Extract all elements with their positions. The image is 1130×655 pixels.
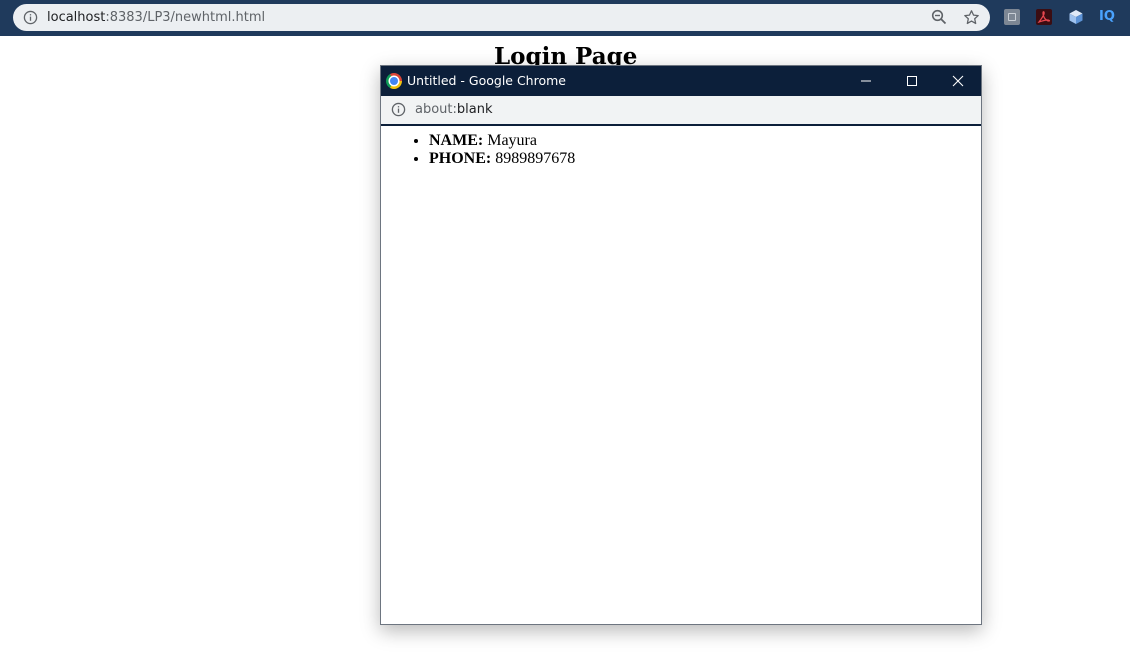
url-host: localhost xyxy=(47,10,106,25)
popup-url-rest: blank xyxy=(456,102,493,117)
iq-extension-icon[interactable]: IQ xyxy=(1099,9,1119,25)
phone-label: PHONE: xyxy=(429,150,492,167)
close-button[interactable] xyxy=(935,66,981,96)
popup-title-bar[interactable]: Untitled - Google Chrome xyxy=(381,66,981,96)
extension-icon[interactable] xyxy=(1004,9,1020,25)
maximize-icon xyxy=(907,76,917,86)
popup-content: NAME: Mayura PHONE: 8989897678 xyxy=(381,126,981,168)
address-url[interactable]: localhost:8383/LP3/newhtml.html xyxy=(47,4,265,31)
name-label: NAME: xyxy=(429,132,484,149)
phone-value: 8989897678 xyxy=(491,150,576,167)
details-list: NAME: Mayura PHONE: 8989897678 xyxy=(381,132,981,168)
popup-url-scheme: about: xyxy=(415,102,457,117)
url-path: :8383/LP3/newhtml.html xyxy=(105,10,266,25)
address-bar[interactable]: localhost:8383/LP3/newhtml.html xyxy=(13,4,990,31)
chrome-logo-icon xyxy=(386,73,402,89)
info-icon[interactable] xyxy=(391,102,406,117)
list-item: PHONE: 8989897678 xyxy=(429,150,981,168)
pdf-extension-icon[interactable] xyxy=(1036,9,1052,25)
extension-square-icon xyxy=(1008,13,1016,21)
minimize-icon xyxy=(861,80,871,82)
maximize-button[interactable] xyxy=(889,66,935,96)
zoom-icon[interactable] xyxy=(931,9,947,25)
list-item: NAME: Mayura xyxy=(429,132,981,150)
close-icon xyxy=(952,75,964,87)
popup-address-bar[interactable]: about:blank xyxy=(381,96,981,126)
name-value: Mayura xyxy=(483,132,537,149)
acrobat-icon xyxy=(1037,11,1051,23)
popup-window: Untitled - Google Chrome about:blank NAM… xyxy=(380,65,982,625)
browser-toolbar: localhost:8383/LP3/newhtml.html IQ xyxy=(0,0,1130,36)
bookmark-star-icon[interactable] xyxy=(963,9,980,26)
popup-title: Untitled - Google Chrome xyxy=(407,73,566,88)
info-icon[interactable] xyxy=(23,10,38,25)
minimize-button[interactable] xyxy=(843,66,889,96)
cube-extension-icon[interactable] xyxy=(1068,9,1084,25)
popup-url[interactable]: about:blank xyxy=(415,96,493,124)
